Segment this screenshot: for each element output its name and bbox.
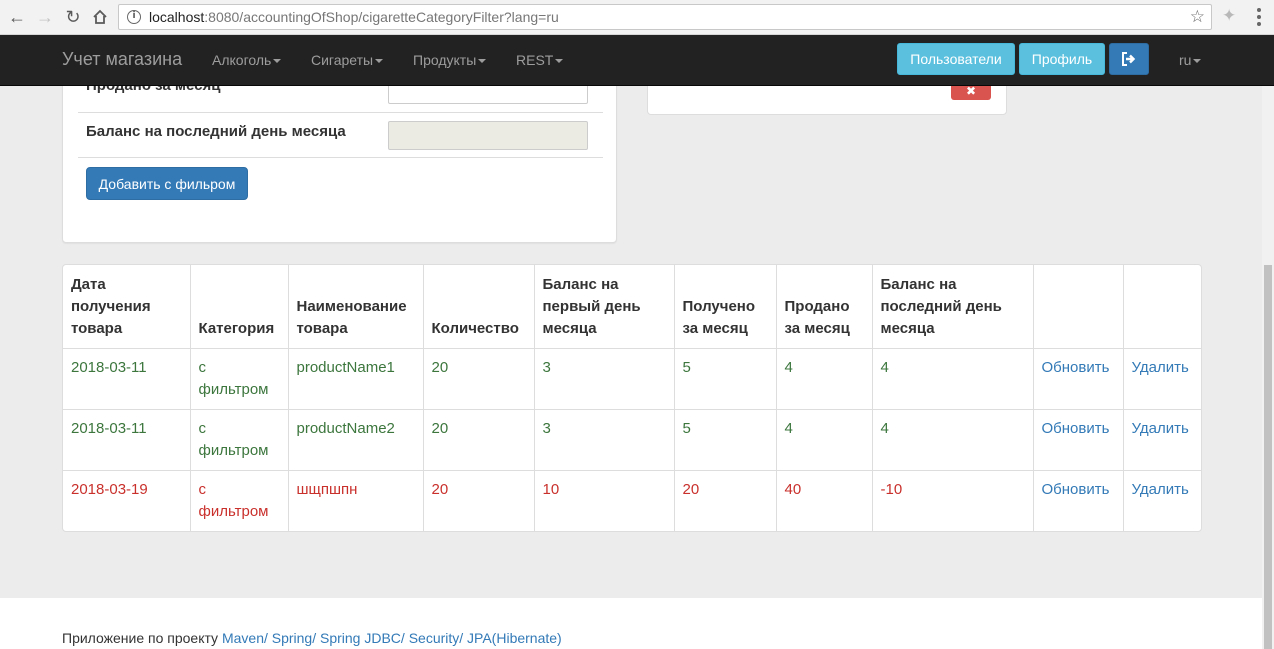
cell-category: с фильтром [190,469,289,531]
cell-date: 2018-03-19 [63,469,191,531]
delete-link[interactable]: Удалить [1123,408,1201,470]
table-row: 2018-03-11 с фильтром productName2 20 3 … [63,408,1201,470]
cell-sold: 4 [776,347,873,409]
cell-name: шщпшпн [288,469,424,531]
cell-received: 5 [674,347,777,409]
table-row: 2018-03-19 с фильтром шщпшпн 20 10 20 40… [63,469,1201,531]
reload-icon[interactable]: ↻ [62,6,84,28]
cell-balance-last: 4 [872,347,1034,409]
caret-down-icon [1193,59,1202,64]
menu-rest[interactable]: REST [516,52,564,68]
form-divider [78,157,603,158]
language-label: ru [1179,52,1192,68]
delete-link[interactable]: Удалить [1123,469,1201,531]
menu-products-label: Продукты [413,52,477,68]
update-link[interactable]: Обновить [1033,347,1124,409]
cell-received: 20 [674,469,777,531]
cell-name: productName2 [288,408,424,470]
cell-date: 2018-03-11 [63,408,191,470]
menu-alcohol-label: Алкоголь [212,52,272,68]
header-update [1033,265,1124,349]
header-quantity: Количество [423,265,535,349]
update-link[interactable]: Обновить [1033,469,1124,531]
header-sold: Продано за месяц [776,265,873,349]
menu-cigarettes[interactable]: Сигареты [311,52,384,68]
url-text: localhost:8080/accountingOfShop/cigarett… [149,9,559,25]
navbar-brand[interactable]: Учет магазина [62,49,182,70]
back-icon[interactable]: ← [6,6,28,28]
cell-quantity: 20 [423,469,535,531]
cell-category: с фильтром [190,408,289,470]
menu-alcohol[interactable]: Алкоголь [212,52,282,68]
cell-date: 2018-03-11 [63,347,191,409]
cell-quantity: 20 [423,408,535,470]
header-balance-first: Баланс на первый день месяца [534,265,675,349]
site-info-icon[interactable]: i [127,10,141,24]
header-name: Наименование товара [288,265,424,349]
table-header-row: Дата получения товара Категория Наименов… [63,265,1201,349]
top-navbar: Учет магазина Алкоголь Сигареты Продукты… [0,35,1274,86]
cell-balance-last: 4 [872,408,1034,470]
cell-balance-first: 3 [534,347,675,409]
cell-sold: 40 [776,469,873,531]
update-link[interactable]: Обновить [1033,408,1124,470]
address-bar[interactable]: i localhost:8080/accountingOfShop/cigare… [118,4,1212,30]
browser-toolbar: ← → ↻ i localhost:8080/accountingOfShop/… [0,0,1274,35]
header-balance-last: Баланс на последний день месяца [872,265,1034,349]
delete-link[interactable]: Удалить [1123,347,1201,409]
menu-cigarettes-label: Сигареты [311,52,374,68]
logout-button[interactable] [1109,43,1149,75]
caret-down-icon [375,59,384,64]
add-with-filter-button[interactable]: Добавить с фильром [86,167,248,200]
header-category: Категория [190,265,289,349]
menu-products[interactable]: Продукты [413,52,487,68]
home-icon[interactable] [89,6,111,28]
cell-quantity: 20 [423,347,535,409]
header-date: Дата получения товара [63,265,191,349]
form-divider [78,112,603,113]
footer-text: Приложение по проекту Maven/ Spring/ Spr… [62,630,562,646]
header-delete [1123,265,1201,349]
products-table: Дата получения товара Категория Наименов… [62,264,1202,532]
menu-rest-label: REST [516,52,554,68]
cell-sold: 4 [776,408,873,470]
cell-balance-first: 3 [534,408,675,470]
profile-button[interactable]: Профиль [1019,43,1105,75]
cell-received: 5 [674,408,777,470]
caret-down-icon [273,59,282,64]
header-received: Получено за месяц [674,265,777,349]
extension-icon[interactable]: ✦ [1222,6,1244,28]
caret-down-icon [478,59,487,64]
filter-form-panel: Продано за месяц Баланс на последний ден… [62,60,617,243]
footer-links[interactable]: Maven/ Spring/ Spring JDBC/ Security/ JP… [222,630,562,646]
browser-menu-icon[interactable] [1252,7,1266,27]
cell-balance-last: -10 [872,469,1034,531]
users-button[interactable]: Пользователи [897,43,1015,75]
language-dropdown[interactable]: ru [1179,52,1202,68]
balance-last-label: Баланс на последний день месяца [86,123,346,140]
scrollbar-thumb[interactable] [1264,265,1272,649]
cell-name: productName1 [288,347,424,409]
logout-icon [1122,52,1136,66]
cell-category: с фильтром [190,347,289,409]
cell-balance-first: 10 [534,469,675,531]
table-row: 2018-03-11 с фильтром productName1 20 3 … [63,347,1201,409]
balance-last-input [388,121,588,150]
close-icon: ✖ [965,84,977,98]
footer-prefix: Приложение по проекту [62,630,222,646]
page-footer: Приложение по проекту Maven/ Spring/ Spr… [0,598,1262,649]
caret-down-icon [555,59,564,64]
bookmark-star-icon[interactable]: ☆ [1190,7,1205,27]
forward-icon[interactable]: → [34,6,56,28]
page-scrollbar[interactable] [1262,35,1274,649]
